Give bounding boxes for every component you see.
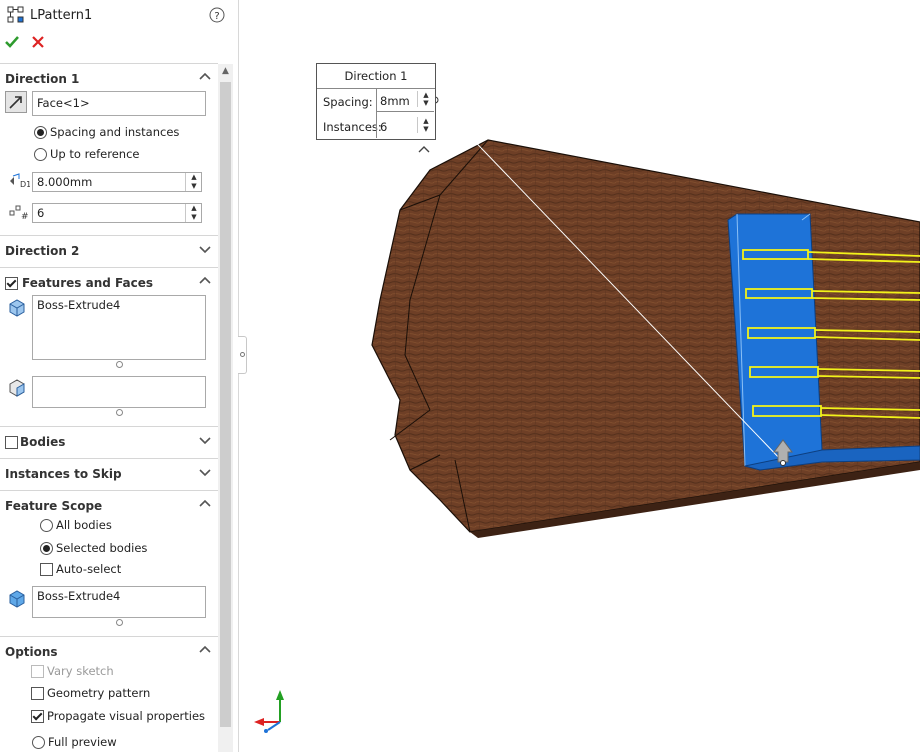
radio-full-preview[interactable] xyxy=(32,736,45,749)
direction1-reference-field[interactable]: Face<1> xyxy=(32,91,206,116)
callout-spacing-spinner[interactable]: ▲ ▼ xyxy=(417,91,434,107)
section-title: Feature Scope xyxy=(5,499,103,513)
radio-all-bodies-label: All bodies xyxy=(56,518,112,532)
spacing-input[interactable]: 8.000mm xyxy=(32,172,202,192)
chevron-down-icon[interactable] xyxy=(198,433,212,447)
ok-button[interactable] xyxy=(4,34,20,50)
panel-splitter-handle[interactable] xyxy=(238,336,247,374)
radio-selected-bodies[interactable] xyxy=(40,542,53,555)
geometry-pattern-checkbox[interactable] xyxy=(31,687,44,700)
callout-collapse-chevron-icon[interactable] xyxy=(418,144,430,154)
section-title: Options xyxy=(5,645,58,659)
section-instances-skip-header[interactable]: Instances to Skip xyxy=(0,458,218,489)
section-options-header[interactable]: Options xyxy=(0,636,218,667)
callout-instances-label: Instances: xyxy=(323,120,382,134)
callout-spacing-label: Spacing: xyxy=(323,95,373,109)
list-resize-handle[interactable] xyxy=(116,619,123,626)
propagate-visual-label: Propagate visual properties xyxy=(47,709,206,723)
section-title: Direction 2 xyxy=(5,244,80,258)
instances-input[interactable]: 6 xyxy=(32,203,202,223)
chevron-up-icon[interactable] xyxy=(198,70,212,84)
cancel-button[interactable] xyxy=(31,35,45,49)
linear-pattern-icon xyxy=(7,6,24,23)
spin-up-icon[interactable]: ▲ xyxy=(418,91,434,99)
arrow-direction-icon xyxy=(9,96,22,109)
callout-instances-field[interactable]: 6 ▲ ▼ xyxy=(376,112,434,138)
radio-up-to-reference-label: Up to reference xyxy=(50,147,140,161)
section-title: Direction 1 xyxy=(5,72,80,86)
faces-to-pattern-list[interactable] xyxy=(32,376,206,408)
scroll-up-arrow-icon[interactable]: ▲ xyxy=(221,66,230,76)
chevron-up-icon[interactable] xyxy=(198,274,212,288)
svg-text:#: # xyxy=(21,212,29,221)
callout-spacing-value: 8mm xyxy=(380,94,410,108)
section-bodies-header[interactable]: Bodies xyxy=(0,426,218,457)
spacing-spinner[interactable]: ▲ ▼ xyxy=(185,173,202,191)
direction1-callout[interactable]: Direction 1 Spacing: 8mm ▲ ▼ Instances: 6… xyxy=(316,63,436,140)
scroll-thumb[interactable] xyxy=(220,82,231,727)
radio-full-preview-label: Full preview xyxy=(48,735,117,749)
propagate-visual-checkbox[interactable] xyxy=(31,710,44,723)
help-icon[interactable]: ? xyxy=(209,7,225,23)
feature-title: LPattern1 xyxy=(30,8,93,23)
radio-spacing-instances[interactable] xyxy=(34,126,47,139)
section-direction1-header[interactable]: Direction 1 xyxy=(0,63,218,94)
spin-down-icon[interactable]: ▼ xyxy=(186,182,202,191)
features-to-pattern-list[interactable]: Boss-Extrude4 xyxy=(32,295,206,360)
instances-spinner[interactable]: ▲ ▼ xyxy=(185,204,202,222)
list-resize-handle[interactable] xyxy=(116,409,123,416)
instances-icon: # xyxy=(9,205,29,221)
bodies-to-pattern-list[interactable]: Boss-Extrude4 xyxy=(32,586,206,618)
radio-up-to-reference[interactable] xyxy=(34,148,47,161)
vary-sketch-checkbox[interactable] xyxy=(31,665,44,678)
features-to-pattern-icon xyxy=(9,299,25,317)
wood-body[interactable] xyxy=(371,139,920,538)
section-feature-scope-header[interactable]: Feature Scope xyxy=(0,490,218,521)
property-manager-panel: LPattern1 ? ▲ Direction 1 Face<1> Spacin… xyxy=(0,0,239,752)
spin-up-icon[interactable]: ▲ xyxy=(186,173,202,182)
chevron-down-icon[interactable] xyxy=(198,242,212,256)
spin-down-icon[interactable]: ▼ xyxy=(186,213,202,222)
auto-select-label: Auto-select xyxy=(56,562,122,576)
radio-all-bodies[interactable] xyxy=(40,519,53,532)
section-direction2-header[interactable]: Direction 2 xyxy=(0,235,218,266)
radio-selected-bodies-label: Selected bodies xyxy=(56,541,148,555)
view-triad-icon xyxy=(254,690,284,733)
callout-instances-spinner[interactable]: ▲ ▼ xyxy=(417,117,434,133)
panel-scrollbar[interactable]: ▲ xyxy=(218,64,233,752)
section-title: Instances to Skip xyxy=(5,467,122,481)
section-features-faces-header[interactable]: Features and Faces xyxy=(0,267,218,298)
callout-instances-value: 6 xyxy=(380,120,388,134)
spacing-icon: D1 xyxy=(10,173,30,189)
list-resize-handle[interactable] xyxy=(116,361,123,368)
faces-to-pattern-icon xyxy=(9,379,25,397)
features-faces-checkbox[interactable] xyxy=(5,277,18,290)
spin-up-icon[interactable]: ▲ xyxy=(186,204,202,213)
svg-text:?: ? xyxy=(214,11,219,22)
vary-sketch-label: Vary sketch xyxy=(47,664,114,678)
auto-select-checkbox[interactable] xyxy=(40,563,53,576)
svg-text:D1: D1 xyxy=(20,180,30,189)
section-title: Bodies xyxy=(20,435,66,449)
solid-body-icon xyxy=(9,590,25,608)
chevron-up-icon[interactable] xyxy=(198,643,212,657)
section-title: Features and Faces xyxy=(22,276,153,290)
callout-title: Direction 1 xyxy=(344,69,408,83)
chevron-up-icon[interactable] xyxy=(198,497,212,511)
spin-down-icon[interactable]: ▼ xyxy=(418,99,434,107)
chevron-down-icon[interactable] xyxy=(198,465,212,479)
callout-spacing-field[interactable]: 8mm ▲ ▼ xyxy=(376,88,434,112)
radio-spacing-instances-label: Spacing and instances xyxy=(50,125,180,139)
bodies-checkbox[interactable] xyxy=(5,436,18,449)
geometry-pattern-label: Geometry pattern xyxy=(47,686,151,700)
spin-up-icon[interactable]: ▲ xyxy=(418,117,434,125)
direction-reference-button[interactable] xyxy=(5,91,27,113)
spin-down-icon[interactable]: ▼ xyxy=(418,125,434,133)
